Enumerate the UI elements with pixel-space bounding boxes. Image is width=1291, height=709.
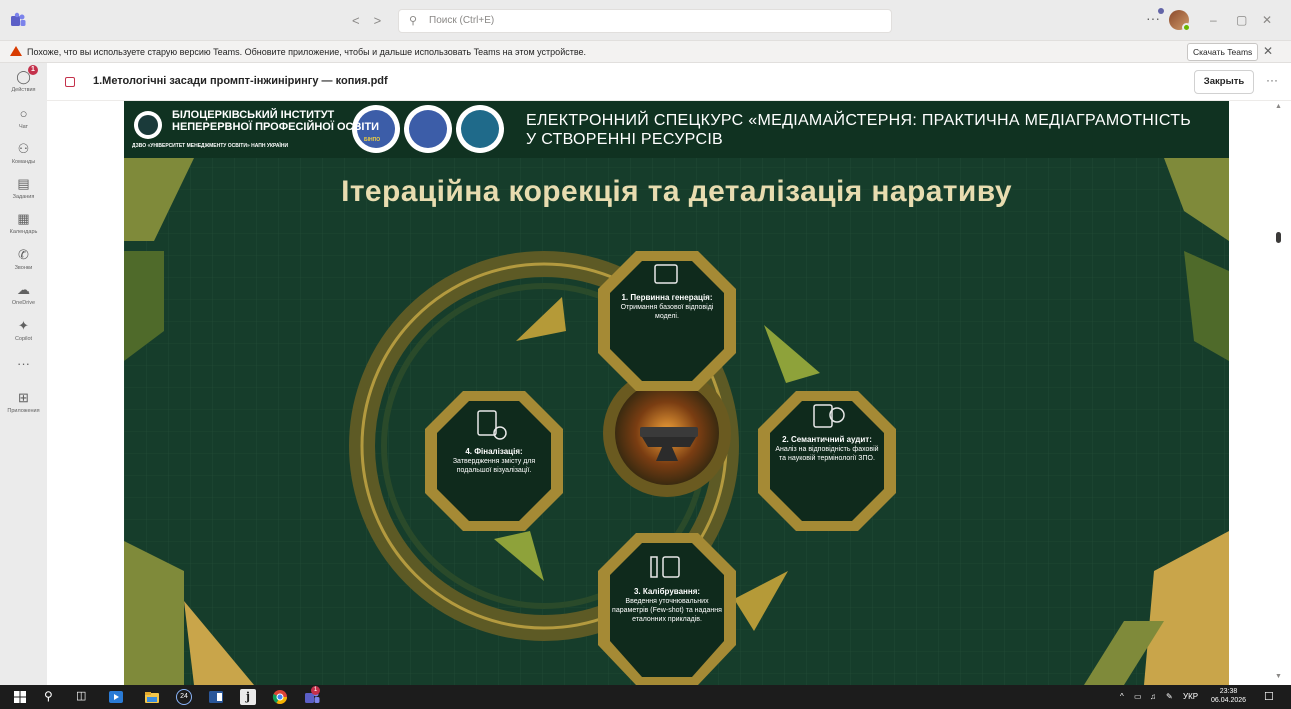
course-title: ЕЛЕКТРОННИЙ СПЕЦКУРС «МЕДІАМАЙСТЕРНЯ: ПР… (526, 112, 1192, 148)
notifications-icon[interactable]: ☐ (1264, 690, 1274, 703)
search-input[interactable]: ⚲ Поиск (Ctrl+E) (398, 9, 892, 33)
search-placeholder: Поиск (Ctrl+E) (429, 15, 495, 26)
org-subtitle: ДЗВО «УНІВЕРСИТЕТ МЕНЕДЖМЕНТУ ОСВІТИ» НА… (132, 143, 289, 149)
notification-dot (1158, 8, 1164, 14)
notepad-icon[interactable]: j (240, 689, 256, 705)
calendar-icon: ▦ (17, 211, 30, 226)
step-2: 2. Семантичний аудит: Аналіз на відповідн… (775, 435, 879, 462)
slide-heading: Ітераційна корекція та деталізація нарат… (341, 175, 1012, 208)
taskbar-badge-app-icon[interactable]: 24 (176, 689, 192, 705)
scrollbar[interactable] (1273, 101, 1291, 685)
copilot-icon: ✦ (18, 318, 29, 333)
tray-expand-icon[interactable]: ^ (1120, 692, 1124, 701)
pdf-slide: БІЛОЦЕРКІВСЬКИЙ ІНСТИТУТ НЕПЕРЕРВНОЇ ПРОФ… (124, 101, 1229, 685)
window-close-button[interactable]: ✕ (1262, 13, 1272, 27)
more-apps-icon: ··· (17, 356, 30, 371)
taskbar-search-icon[interactable]: ⚲ (44, 689, 60, 705)
chrome-icon[interactable] (272, 689, 288, 705)
rail-item-teams[interactable]: ⚇ Команды (0, 141, 47, 165)
scroll-up-arrow-icon[interactable]: ▲ (1275, 103, 1282, 110)
document-header: 1.Метологічні засади промпт-інжинірингу … (47, 63, 1291, 101)
rail-item-assignments[interactable]: ▤ Задания (0, 176, 47, 200)
file-explorer-icon[interactable] (144, 689, 160, 705)
teams-taskbar-icon[interactable]: 1 (304, 686, 320, 705)
rail-item-calendar[interactable]: ▦ Календарь (0, 211, 47, 235)
teams-logo-icon (11, 12, 26, 26)
activity-badge: 1 (28, 65, 38, 75)
assignments-icon: ▤ (17, 176, 30, 191)
warning-close-button[interactable]: ✕ (1263, 41, 1273, 61)
pdf-file-icon (65, 77, 75, 87)
onedrive-icon: ☁ (17, 282, 30, 297)
rail-item-more[interactable]: ··· (0, 356, 47, 371)
close-document-button[interactable]: Закрыть (1194, 70, 1254, 94)
rail-item-chat[interactable]: ○ Чат (0, 106, 47, 130)
warning-icon (10, 46, 22, 56)
app-rail: ◯ 1 Действия ○ Чат ⚇ Команды ▤ Задания ▦… (0, 63, 47, 685)
pen-icon[interactable]: ✎ (1166, 692, 1173, 701)
media-app-icon[interactable] (108, 689, 124, 705)
date: 06.04.2026 (1211, 697, 1247, 704)
download-teams-button[interactable]: Скачать Teams (1187, 43, 1259, 61)
org-name: БІЛОЦЕРКІВСЬКИЙ ІНСТИТУТ НЕПЕРЕРВНОЇ ПРОФ… (172, 109, 380, 133)
scroll-down-arrow-icon[interactable]: ▼ (1275, 673, 1282, 680)
restore-button[interactable]: ▢ (1236, 13, 1247, 27)
volume-icon[interactable]: ♫ (1150, 692, 1156, 701)
avatar[interactable] (1169, 10, 1191, 32)
teams-taskbar-badge: 1 (311, 686, 320, 695)
battery-icon[interactable]: ▭ (1134, 692, 1142, 701)
rail-item-apps[interactable]: ⊞ Приложения (0, 390, 47, 414)
forward-button[interactable]: > (374, 13, 396, 28)
title-bar: <> ⚲ Поиск (Ctrl+E) ··· – ▢ ✕ (0, 0, 1291, 41)
rail-item-calls[interactable]: ✆ Звонки (0, 247, 47, 271)
presence-status-icon (1182, 23, 1191, 32)
time: 23:38 (1219, 688, 1238, 695)
back-button[interactable]: < (352, 13, 374, 28)
scrollbar-thumb[interactable] (1276, 232, 1281, 243)
word-icon[interactable] (208, 689, 224, 705)
rail-item-activity[interactable]: ◯ 1 Действия (0, 65, 47, 93)
update-warning-bar: Похоже, что вы используете старую версию… (0, 41, 1291, 63)
bell-icon: ◯ (16, 69, 31, 84)
rail-item-copilot[interactable]: ✦ Copilot (0, 318, 47, 342)
document-title: 1.Метологічні засади промпт-інжинірингу … (93, 75, 388, 87)
chat-icon: ○ (19, 106, 28, 121)
apps-icon: ⊞ (18, 390, 29, 405)
calls-icon: ✆ (18, 247, 29, 262)
step-1: 1. Первинна генерація: Отримання базової … (620, 293, 714, 320)
warning-text: Похоже, что вы используете старую версию… (27, 47, 587, 57)
step-4: 4. Фіналізація: Затвердження змісту для п… (452, 447, 536, 474)
more-options-button[interactable]: ··· (1146, 8, 1164, 26)
teams-icon: ⚇ (17, 141, 30, 156)
logo-badge-text: БІНПО (364, 137, 381, 143)
language-indicator[interactable]: УКР (1183, 692, 1198, 701)
windows-taskbar: ⚲ ◫ 24 j 1 ^ ▭ ♫ ✎ УКР 23:38 06.04.2026 … (0, 685, 1291, 709)
search-icon: ⚲ (409, 15, 418, 27)
task-view-icon[interactable]: ◫ (76, 689, 92, 705)
document-more-button[interactable]: ··· (1266, 73, 1278, 87)
rail-item-onedrive[interactable]: ☁ OneDrive (0, 282, 47, 306)
windows-start-icon[interactable] (12, 689, 28, 705)
minimize-button[interactable]: – (1210, 13, 1217, 27)
taskbar-clock[interactable]: 23:38 06.04.2026 (1211, 687, 1246, 705)
step-3: 3. Калібрування: Введення уточнювальних п… (612, 587, 722, 623)
